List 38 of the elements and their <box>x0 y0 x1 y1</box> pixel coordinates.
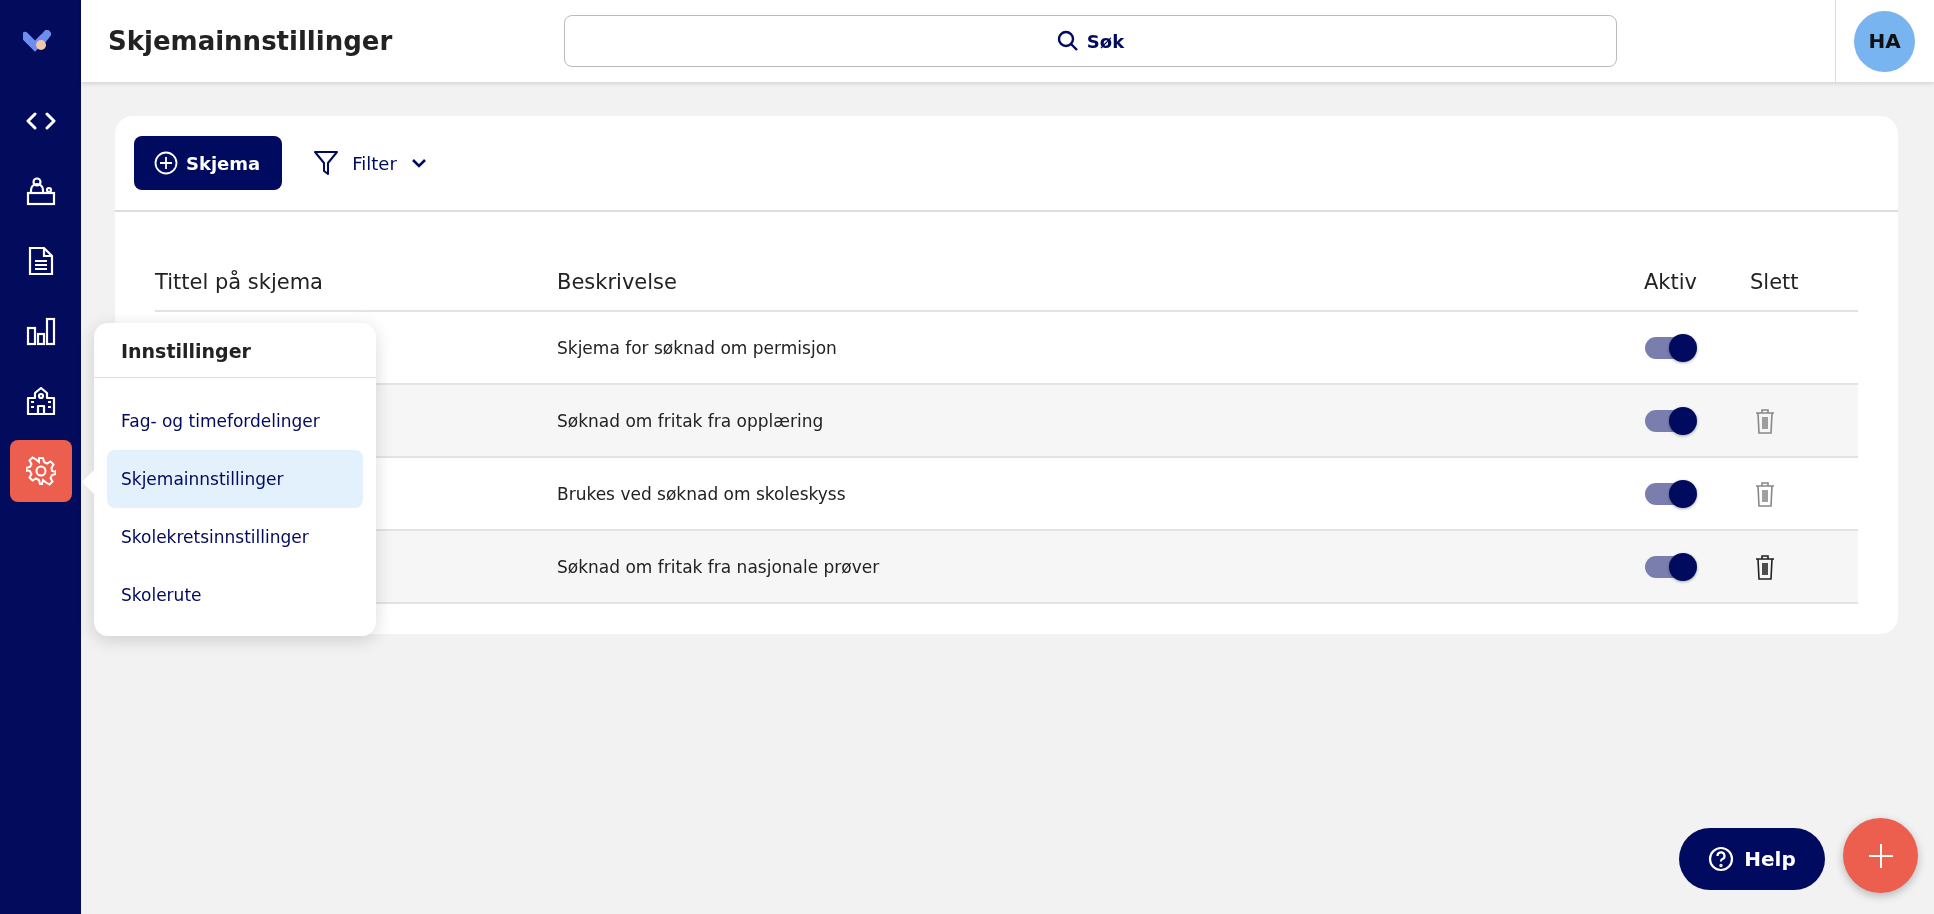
toggle-switch[interactable] <box>1645 336 1695 359</box>
menu-item[interactable]: Skolekretsinnstillinger <box>107 508 363 566</box>
table-cell-text: Brukes ved søknad om skoleskyss <box>557 483 847 504</box>
menu-item[interactable]: Skolerute <box>107 566 363 624</box>
bar-chart-icon <box>25 316 56 346</box>
school-icon <box>25 387 56 415</box>
menu-item[interactable]: Skjemainnstillinger <box>107 450 363 508</box>
table-cell-text: Søknad om fritak fra nasjonale prøver <box>557 556 881 577</box>
toggle-switch[interactable] <box>1645 555 1695 578</box>
menu-title: Innstillinger <box>120 339 252 364</box>
column-header: Aktiv <box>1643 269 1699 294</box>
menu-item[interactable]: Fag- og timefordelinger <box>107 392 363 450</box>
toggle-switch[interactable] <box>1645 482 1695 505</box>
add-button[interactable] <box>1843 818 1918 893</box>
chevron-down-icon <box>410 158 427 168</box>
search-field[interactable]: Søk <box>564 15 1617 67</box>
question-circle-icon <box>1708 845 1735 872</box>
funnel-icon <box>314 150 339 176</box>
column-header: Tittel på skjema <box>155 269 324 294</box>
settings-icon <box>25 456 56 486</box>
code-icon <box>25 112 56 130</box>
toggle-switch[interactable] <box>1645 409 1695 432</box>
trash-icon[interactable] <box>1755 553 1775 580</box>
new-form-button[interactable]: Skjema <box>134 136 283 190</box>
table-cell-text: Skjema for søknad om permisjon <box>557 337 838 358</box>
table-cell-text: Søknad om fritak fra opplæring <box>557 410 825 431</box>
desk-icon <box>25 176 56 206</box>
column-header: Slett <box>1750 269 1800 294</box>
plus-icon <box>1867 842 1894 869</box>
settings-nav-button[interactable] <box>9 440 72 502</box>
filter-button[interactable]: Filter <box>314 150 427 176</box>
page-title: Skjemainnstillinger <box>108 26 394 56</box>
column-header: Beskrivelse <box>557 269 678 294</box>
search-icon <box>1056 30 1079 52</box>
user-avatar[interactable]: HA <box>1854 10 1915 72</box>
plus-circle-icon <box>154 151 178 175</box>
document-icon <box>27 246 54 276</box>
help-button[interactable]: Help <box>1679 827 1825 890</box>
